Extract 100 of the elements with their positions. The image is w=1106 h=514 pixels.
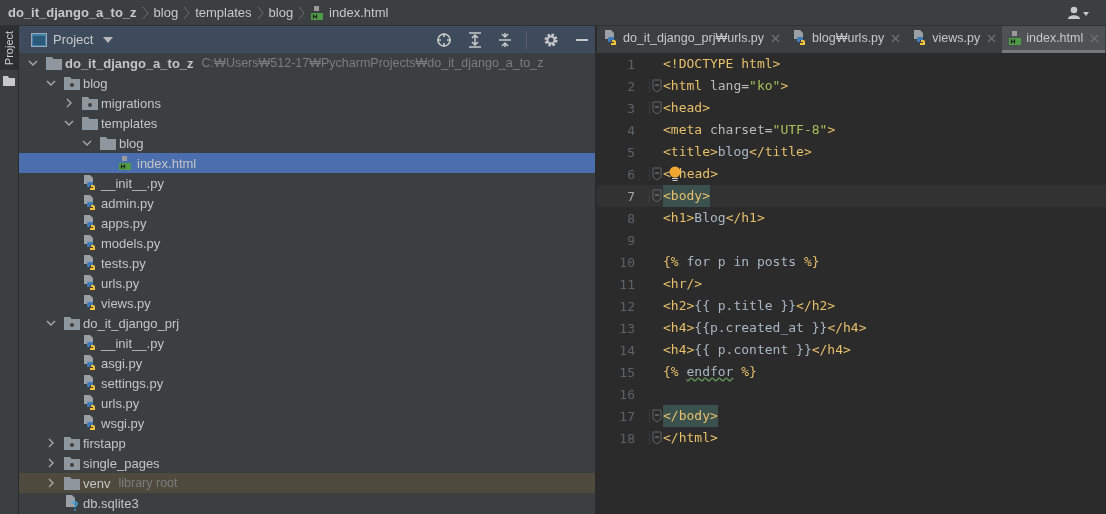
python-file-icon bbox=[82, 295, 98, 311]
tree-row[interactable]: db.sqlite3 bbox=[19, 493, 595, 513]
tree-row[interactable]: __init__.py bbox=[19, 333, 595, 353]
tree-row[interactable]: __init__.py bbox=[19, 173, 595, 193]
breadcrumb-item[interactable]: templates bbox=[195, 5, 252, 20]
code-token: for p in posts bbox=[685, 253, 798, 271]
breadcrumb-item[interactable]: index.html bbox=[329, 5, 389, 20]
line-number: 6 bbox=[626, 166, 636, 182]
tree-item-hint: library root bbox=[118, 476, 178, 490]
line-number: 13 bbox=[618, 320, 636, 336]
fold-marker-icon[interactable] bbox=[651, 189, 662, 203]
tree-row[interactable]: firstapp bbox=[19, 433, 595, 453]
python-file-icon bbox=[82, 415, 98, 431]
python-file-icon bbox=[82, 355, 98, 371]
chevron-icon bbox=[298, 5, 306, 20]
breadcrumb-item[interactable]: blog bbox=[268, 5, 294, 20]
tree-row[interactable]: models.py bbox=[19, 233, 595, 253]
user-icon[interactable] bbox=[1068, 5, 1090, 20]
html-file-icon bbox=[1008, 30, 1023, 46]
code-token: <h1> bbox=[663, 209, 695, 227]
tree-row[interactable]: asgi.py bbox=[19, 353, 595, 373]
package-folder-icon bbox=[64, 76, 80, 90]
code-token: "ko" bbox=[749, 77, 781, 95]
editor-tab[interactable]: views.py bbox=[906, 26, 1003, 53]
settings-icon[interactable] bbox=[543, 31, 559, 48]
tree-item-label: admin.py bbox=[101, 195, 154, 211]
tree-item-label: do_it_django_prj bbox=[83, 315, 180, 331]
tree-item-label: views.py bbox=[101, 295, 151, 311]
package-folder-icon bbox=[64, 316, 80, 330]
caret-icon[interactable] bbox=[103, 36, 114, 43]
line-number: 11 bbox=[618, 276, 636, 292]
editor-tab[interactable]: blog₩urls.py bbox=[786, 26, 907, 53]
python-file-icon bbox=[82, 275, 98, 291]
line-number: 14 bbox=[618, 342, 636, 358]
code-token: > bbox=[827, 121, 836, 139]
python-file-icon bbox=[82, 175, 98, 191]
tree-row[interactable]: settings.py bbox=[19, 373, 595, 393]
tree-item-label: models.py bbox=[101, 235, 161, 251]
tree-item-label: db.sqlite3 bbox=[83, 495, 139, 511]
expand-all-icon[interactable] bbox=[468, 31, 482, 48]
tree-item-label: __init__.py bbox=[101, 335, 164, 351]
folder-icon bbox=[100, 136, 116, 150]
fold-marker-icon[interactable] bbox=[651, 431, 662, 445]
tree-row[interactable]: views.py bbox=[19, 293, 595, 313]
tree-row[interactable]: tests.py bbox=[19, 253, 595, 273]
tree-row[interactable]: do_it_django_a_to_z C:₩Users₩512-17₩PycharmProjects₩do_it_django_a_to_z bbox=[19, 53, 595, 73]
breadcrumb-item[interactable]: blog bbox=[153, 5, 179, 20]
tree-item-label: wsgi.py bbox=[101, 415, 145, 431]
tree-row[interactable]: do_it_django_prj bbox=[19, 313, 595, 333]
line-number: 15 bbox=[618, 364, 636, 380]
tree-item-label: firstapp bbox=[83, 435, 126, 451]
window-icon bbox=[31, 32, 47, 47]
fold-marker-icon[interactable] bbox=[651, 409, 662, 423]
tree-item-hint: C:₩Users₩512-17₩PycharmProjects₩do_it_django_a_to_z bbox=[201, 56, 544, 70]
code-token: <hr/> bbox=[663, 275, 703, 293]
tree-row[interactable]: blog bbox=[19, 133, 595, 153]
tree-item-label: do_it_django_a_to_z bbox=[65, 55, 194, 71]
editor-tab[interactable]: index.html bbox=[1002, 26, 1106, 53]
code-token: </h2> bbox=[796, 297, 836, 315]
code-token: {{p.created_at }} bbox=[694, 319, 828, 337]
fold-marker-icon[interactable] bbox=[651, 101, 662, 115]
folder-icon bbox=[3, 76, 15, 86]
tree-row[interactable]: templates bbox=[19, 113, 595, 133]
tree-row[interactable]: wsgi.py bbox=[19, 413, 595, 433]
code-token: <html bbox=[663, 77, 704, 95]
editor-tab[interactable]: do_it_django_prj₩urls.py bbox=[597, 26, 787, 53]
collapse-all-icon[interactable] bbox=[498, 31, 512, 48]
code-token: {{ p.content }} bbox=[694, 341, 812, 359]
line-number: 3 bbox=[626, 100, 636, 116]
tree-row[interactable]: admin.py bbox=[19, 193, 595, 213]
tree-item-label: index.html bbox=[137, 155, 197, 171]
python-file-icon bbox=[82, 195, 98, 211]
tree-row[interactable]: urls.py bbox=[19, 393, 595, 413]
line-number: 17 bbox=[618, 408, 636, 424]
tree-row[interactable]: migrations bbox=[19, 93, 595, 113]
tree-item-label: single_pages bbox=[83, 455, 160, 471]
tree-item-label: migrations bbox=[101, 95, 161, 111]
code-token: %} bbox=[740, 363, 757, 381]
breadcrumb-item[interactable]: do_it_django_a_to_z bbox=[8, 5, 137, 20]
tree-row[interactable]: urls.py bbox=[19, 273, 595, 293]
tree-row[interactable]: venv library root bbox=[19, 473, 595, 493]
tree-item-label: apps.py bbox=[101, 215, 147, 231]
code-token: <title> bbox=[663, 143, 718, 161]
fold-marker-icon[interactable] bbox=[651, 167, 662, 181]
tree-item-label: urls.py bbox=[101, 395, 140, 411]
code-token: > bbox=[780, 77, 789, 95]
line-number: 5 bbox=[626, 144, 636, 160]
tree-row[interactable]: blog bbox=[19, 73, 595, 93]
code-token: endfor bbox=[686, 363, 734, 381]
line-number: 4 bbox=[626, 122, 636, 138]
code-token: <body> bbox=[663, 185, 710, 207]
locate-icon[interactable] bbox=[436, 31, 452, 48]
line-number: 2 bbox=[626, 78, 636, 94]
html-file-icon bbox=[118, 155, 132, 171]
fold-marker-icon[interactable] bbox=[651, 79, 662, 93]
tree-row[interactable]: apps.py bbox=[19, 213, 595, 233]
code-token: </h4> bbox=[811, 341, 851, 359]
project-tool-tab[interactable]: Project bbox=[0, 26, 18, 70]
tree-row[interactable]: single_pages bbox=[19, 453, 595, 473]
code-token: <!DOCTYPE html> bbox=[663, 55, 781, 73]
